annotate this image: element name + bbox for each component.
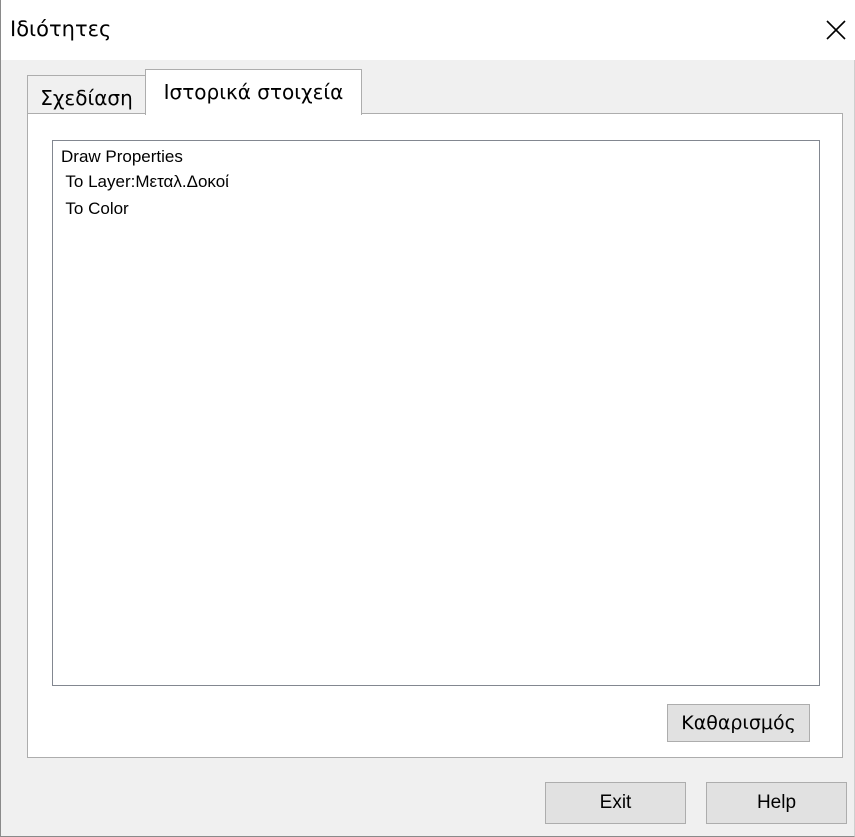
history-line: To Color xyxy=(61,199,129,218)
tab-design-label: Σχεδίαση xyxy=(40,85,133,110)
help-button[interactable]: Help xyxy=(706,782,847,824)
tab-history[interactable]: Ιστορικά στοιχεία xyxy=(145,69,362,115)
tab-history-label: Ιστορικά στοιχεία xyxy=(163,79,344,104)
window-title: Ιδιότητες xyxy=(10,17,112,41)
clear-button[interactable]: Καθαρισμός xyxy=(667,704,810,742)
close-icon xyxy=(826,20,846,40)
history-line: To Layer:Μεταλ.Δοκοί xyxy=(61,172,229,191)
exit-button[interactable]: Exit xyxy=(545,782,686,824)
title-bar: Ιδιότητες xyxy=(1,0,855,60)
close-button[interactable] xyxy=(821,14,851,46)
history-line: Draw Properties xyxy=(61,147,183,166)
tab-design[interactable]: Σχεδίαση xyxy=(27,75,146,113)
history-list[interactable]: Draw Properties To Layer:Μεταλ.Δοκοί To … xyxy=(52,140,820,686)
properties-dialog: Ιδιότητες Σχεδίαση Ιστορικά στοιχεία Dra… xyxy=(0,0,855,837)
